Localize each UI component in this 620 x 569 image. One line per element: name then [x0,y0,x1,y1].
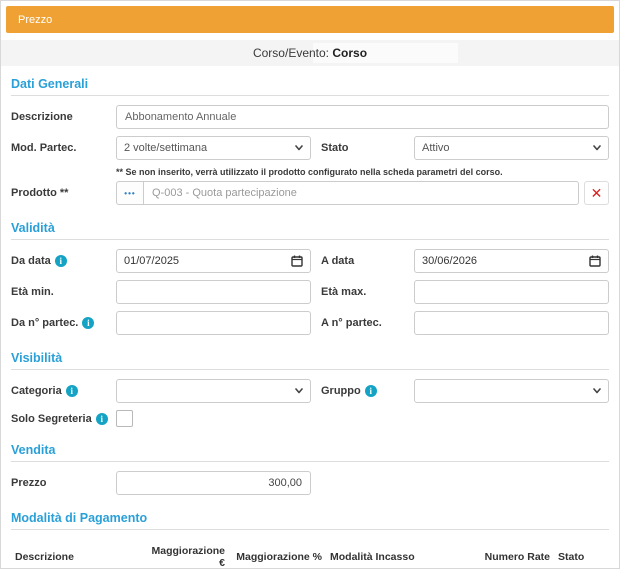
payment-methods-table: Descrizione Maggiorazione € Maggiorazion… [11,539,611,569]
categoria-select[interactable] [116,379,311,403]
a-n-partec-label: A n° partec. [311,317,414,329]
a-data-label: A data [311,255,414,267]
info-icon[interactable]: i [82,317,94,329]
calendar-icon[interactable] [589,255,601,267]
prodotto-label: Prodotto ** [11,187,116,199]
mod-partec-value: 2 volte/settimana [124,142,207,154]
subtitle-band: Corso/Evento: Corso [1,40,619,66]
page-title: Corso/Evento: Corso [253,46,367,60]
chevron-down-icon [593,387,601,395]
panel-header: Prezzo [6,6,614,33]
a-n-partec-input[interactable] [414,311,609,335]
prodotto-picker-button[interactable]: ••• [116,181,143,205]
categoria-label: Categoria i [11,385,116,397]
descrizione-input[interactable] [116,105,609,129]
col-numero-rate: Numero Rate [451,539,554,569]
section-dati-generali: Dati Generali [11,74,609,96]
prodotto-note: ** Se non inserito, verrà utilizzato il … [116,167,609,177]
da-data-label: Da data i [11,255,116,267]
chevron-down-icon [295,387,303,395]
eta-max-input[interactable] [414,280,609,304]
row-descrizione: Descrizione [11,105,609,129]
da-data-input[interactable]: 01/07/2025 [116,249,311,273]
col-maggiorazione-pct: Maggiorazione % [229,539,326,569]
mod-partec-select[interactable]: 2 volte/settimana [116,136,311,160]
calendar-icon[interactable] [291,255,303,267]
table-header-row: Descrizione Maggiorazione € Maggiorazion… [11,539,611,569]
prodotto-input[interactable] [143,181,579,205]
eta-max-label: Età max. [311,286,414,298]
section-visibilita: Visibilità [11,348,609,370]
col-modalita-incasso: Modalità Incasso [326,539,451,569]
mod-partec-label: Mod. Partec. [11,142,116,154]
a-data-input[interactable]: 30/06/2026 [414,249,609,273]
row-prezzo: Prezzo [11,471,609,495]
close-icon: ✕ [591,186,603,200]
row-solo-segreteria: Solo Segreteria i [11,410,609,427]
panel-title: Prezzo [18,14,52,26]
row-date: Da data i 01/07/2025 A data 30/06/2026 [11,249,609,273]
page-title-value: Corso [332,46,367,60]
section-validita: Validità [11,218,609,240]
solo-segreteria-checkbox[interactable] [116,410,133,427]
da-n-partec-label: Da n° partec. i [11,317,116,329]
eta-min-input[interactable] [116,280,311,304]
row-partec: Da n° partec. i A n° partec. [11,311,609,335]
section-modalita-pagamento: Modalità di Pagamento [11,508,609,530]
solo-segreteria-label: Solo Segreteria i [11,413,116,425]
chevron-down-icon [295,144,303,152]
row-mod-partec: Mod. Partec. 2 volte/settimana Stato Att… [11,136,609,160]
stato-value: Attivo [422,142,450,154]
row-categoria: Categoria i Gruppo i [11,379,609,403]
chevron-down-icon [593,144,601,152]
stato-select[interactable]: Attivo [414,136,609,160]
gruppo-label: Gruppo i [311,385,414,397]
info-icon[interactable]: i [365,385,377,397]
info-icon[interactable]: i [66,385,78,397]
row-eta: Età min. Età max. [11,280,609,304]
row-prodotto: Prodotto ** ••• ✕ [11,181,609,205]
info-icon[interactable]: i [55,255,67,267]
da-data-value: 01/07/2025 [124,255,179,267]
col-descrizione: Descrizione [11,539,141,569]
a-data-value: 30/06/2026 [422,255,477,267]
prezzo-label: Prezzo [11,477,116,489]
page-title-label: Corso/Evento: [253,46,329,60]
stato-label: Stato [311,142,414,154]
prezzo-input[interactable] [116,471,311,495]
gruppo-select[interactable] [414,379,609,403]
prodotto-remove-button[interactable]: ✕ [584,181,609,205]
da-n-partec-input[interactable] [116,311,311,335]
prezzo-panel: Prezzo Corso/Evento: Corso Dati Generali… [0,0,620,569]
info-icon[interactable]: i [96,413,108,425]
col-maggiorazione-eur: Maggiorazione € [141,539,229,569]
eta-min-label: Età min. [11,286,116,298]
col-stato: Stato [554,539,611,569]
section-vendita: Vendita [11,440,609,462]
descrizione-label: Descrizione [11,111,116,123]
